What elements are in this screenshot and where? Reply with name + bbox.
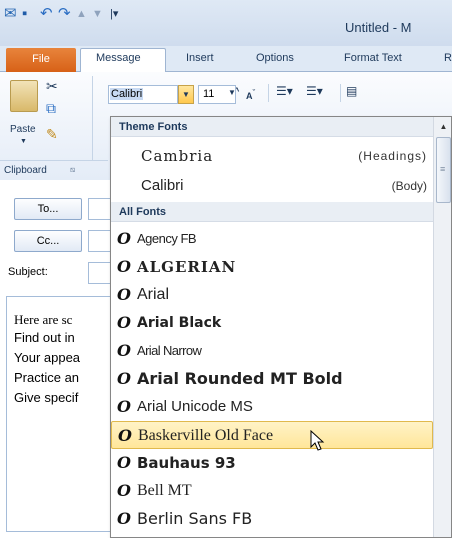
font-option-label: Baskerville Old Face [138,427,274,444]
all-fonts-header: All Fonts [111,202,433,222]
opentype-icon: O [117,257,132,276]
body-line: Practice an [14,370,80,385]
font-size-value[interactable]: 11 [203,88,214,100]
opentype-icon: O [117,285,131,304]
redo-icon[interactable]: ↷ [58,6,71,22]
toolbar-divider [340,84,341,102]
paste-icon[interactable] [10,80,38,112]
up-arrow-icon[interactable]: ▲ [76,6,87,22]
font-option-label: Berlin Sans FB [137,509,253,528]
clipboard-label: Clipboard [4,165,47,176]
opentype-icon: O [117,229,131,248]
grip-icon: ≡ [440,164,446,174]
mouse-cursor-icon [310,430,325,451]
customize-qat-icon[interactable]: |▾ [110,6,118,22]
font-option-arial-black[interactable]: O Arial Black [111,309,433,337]
font-option-label: Arial [137,286,170,303]
font-option-arial-rounded-mt-bold[interactable]: O Arial Rounded MT Bold [111,365,433,393]
down-arrow-icon[interactable]: ▼ [92,6,103,22]
font-option-arial-narrow[interactable]: O Arial Narrow [111,337,433,365]
body-line: Find out in [14,330,75,345]
cc-button[interactable]: Cc... [14,230,82,252]
font-option-label: Cambria [141,147,214,165]
font-option-bell-mt[interactable]: O Bell MT [111,477,433,505]
font-option-label: Arial Black [137,315,222,331]
theme-fonts-header: Theme Fonts [111,117,433,137]
to-button[interactable]: To... [14,198,82,220]
font-option-cambria[interactable]: Cambria (Headings) [111,143,433,169]
opentype-icon: O [117,481,131,500]
opentype-icon: O [117,509,131,528]
font-option-algerian[interactable]: O ALGERIAN [111,253,433,281]
scrollbar-thumb[interactable]: ≡ [436,137,451,203]
numbering-icon[interactable]: ☰▾ [306,84,323,98]
paste-label[interactable]: Paste [10,124,36,135]
subject-label: Subject: [8,266,48,278]
body-line: Your appea [14,350,81,365]
paste-dropdown-icon[interactable]: ▼ [20,138,27,145]
to-field[interactable] [88,198,112,220]
font-role-label: (Headings) [358,149,427,163]
font-option-label: Calibri [141,177,184,194]
toolbar-divider [268,84,269,102]
shrink-font-icon[interactable]: Aˇ [246,88,255,101]
tab-options[interactable]: Options [256,52,294,64]
font-dropdown-button[interactable]: ▼ [178,85,194,104]
cc-field[interactable] [88,230,112,252]
font-option-label: Arial Narrow [137,343,202,358]
tab-message[interactable]: Message [96,52,141,64]
font-option-berlin-sans-fb[interactable]: O Berlin Sans FB [111,505,433,533]
opentype-icon: O [117,369,131,388]
font-dropdown-list: Theme Fonts Cambria (Headings) Calibri (… [110,116,452,538]
opentype-icon: O [117,313,131,332]
font-role-label: (Body) [391,179,427,193]
dropdown-scrollbar[interactable]: ▲ ≡ [433,117,451,537]
font-size-arrow-icon[interactable]: ▼ [228,88,236,97]
title-bar: ✉ ▪ ↶ ↷ ▲ ▼ |▾ Untitled - M [0,0,452,46]
font-option-label: Bell MT [137,482,192,499]
ribbon-tab-row: File Message Insert Options Format Text … [0,46,452,73]
group-separator [92,76,93,160]
font-option-bauhaus-93[interactable]: O Bauhaus 93 [111,449,433,477]
font-option-label: Arial Unicode MS [137,398,253,415]
tab-format-text[interactable]: Format Text [344,52,402,64]
undo-icon[interactable]: ↶ [40,6,53,22]
subject-field[interactable] [88,262,112,284]
body-line: Here are sc [14,312,73,327]
font-option-label: Bauhaus 93 [137,454,236,472]
opentype-icon: O [117,397,131,416]
bullets-icon[interactable]: ☰▾ [276,84,293,98]
format-painter-icon[interactable]: ✎ [46,126,58,143]
scroll-up-arrow-icon[interactable]: ▲ [436,119,451,135]
dialog-launcher-icon[interactable]: ⧅ [70,165,75,175]
font-option-calibri[interactable]: Calibri (Body) [111,173,433,199]
tab-insert[interactable]: Insert [186,52,214,64]
tab-review[interactable]: R [444,52,452,64]
body-line: Give specif [14,390,79,405]
cut-icon[interactable]: ✂ [46,78,58,95]
font-option-baskerville-old-face[interactable]: O Baskerville Old Face [111,421,433,449]
font-option-label: Agency FB [137,231,197,246]
font-option-arial[interactable]: O Arial [111,281,433,309]
save-icon[interactable]: ▪ [22,6,27,22]
outlook-icon[interactable]: ✉ [4,6,17,22]
opentype-icon: O [117,453,131,472]
tab-file[interactable]: File [6,48,76,72]
font-option-arial-unicode-ms[interactable]: O Arial Unicode MS [111,393,433,421]
copy-icon[interactable]: ⧉ [46,100,56,117]
window-title: Untitled - M [345,20,412,35]
font-name-value[interactable]: Calibri [110,88,144,100]
opentype-icon: O [118,426,132,445]
address-book-icon[interactable]: ▤ [346,84,357,98]
font-option-label: ALGERIAN [137,258,237,276]
opentype-icon: O [117,341,131,360]
font-option-agency-fb[interactable]: O Agency FB [111,225,433,253]
clipboard-group-footer: Clipboard ⧅ [0,160,108,180]
font-option-label: Arial Rounded MT Bold [137,369,343,388]
